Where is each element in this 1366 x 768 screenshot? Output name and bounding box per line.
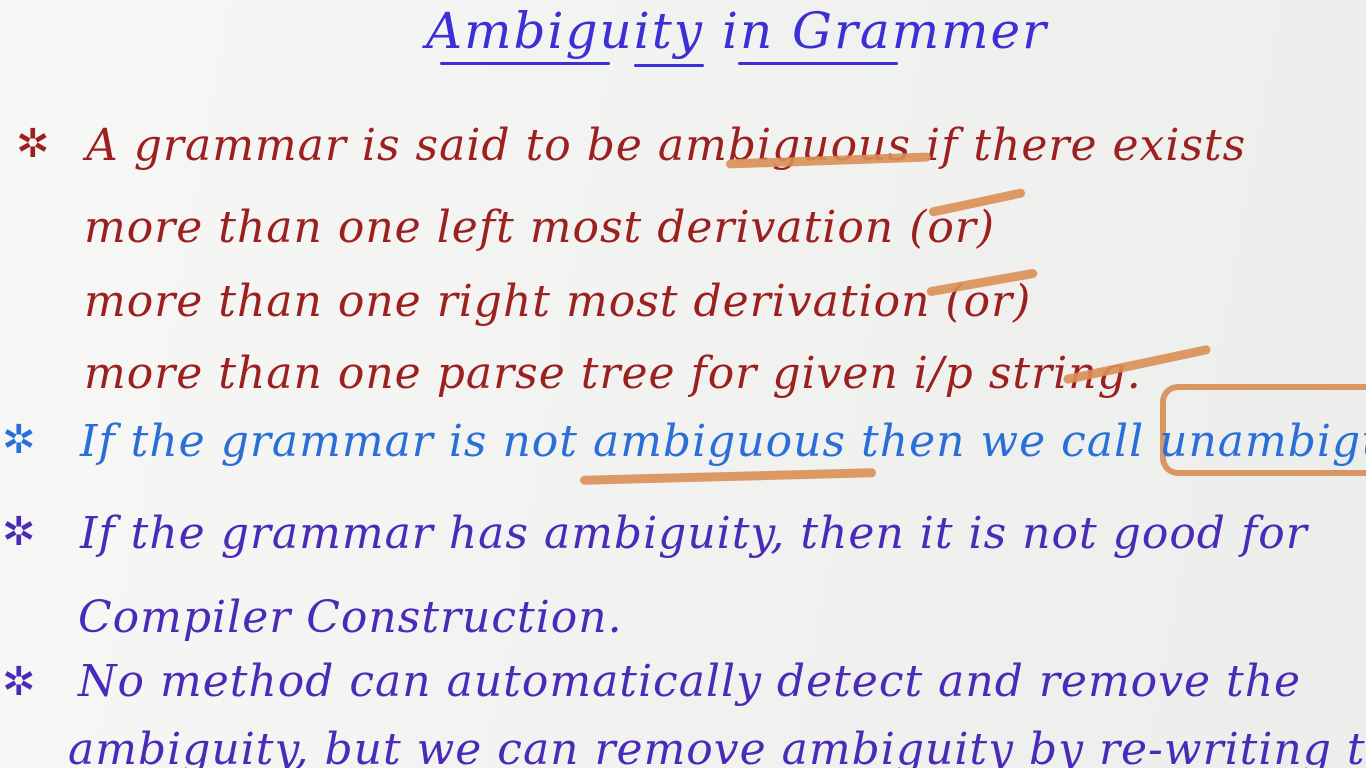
whiteboard: Ambiguity in Grammer ✲ A grammar is said…: [0, 0, 1366, 768]
point-1-line-2: more than one left most derivation (or): [84, 202, 996, 253]
point-1-line-3: more than one right most derivation (or): [84, 276, 1032, 327]
title-underline: [634, 64, 704, 67]
title-underline: [738, 62, 898, 65]
point-4-line-2: ambiguity, but we can remove ambiguity b…: [68, 724, 1366, 768]
bullet-star-icon: ✲: [2, 417, 36, 463]
point-1-line-4: more than one parse tree for given i/p s…: [84, 348, 1142, 399]
bullet-star-icon: ✲: [2, 509, 36, 555]
point-1-line-1: A grammar is said to be ambiguous if the…: [86, 120, 1247, 171]
point-3-line-1: If the grammar has ambiguity, then it is…: [80, 508, 1308, 559]
bullet-star-icon: ✲: [16, 121, 50, 167]
point-3-line-2: Compiler Construction.: [78, 592, 623, 643]
title-underline: [440, 62, 610, 65]
point-4-line-1: No method can automatically detect and r…: [78, 656, 1302, 707]
point-2-line-1: If the grammar is not ambiguous then we …: [80, 416, 1366, 467]
marker-underline: [579, 468, 877, 485]
bullet-star-icon: ✲: [2, 659, 36, 705]
board-title: Ambiguity in Grammer: [426, 2, 1049, 60]
